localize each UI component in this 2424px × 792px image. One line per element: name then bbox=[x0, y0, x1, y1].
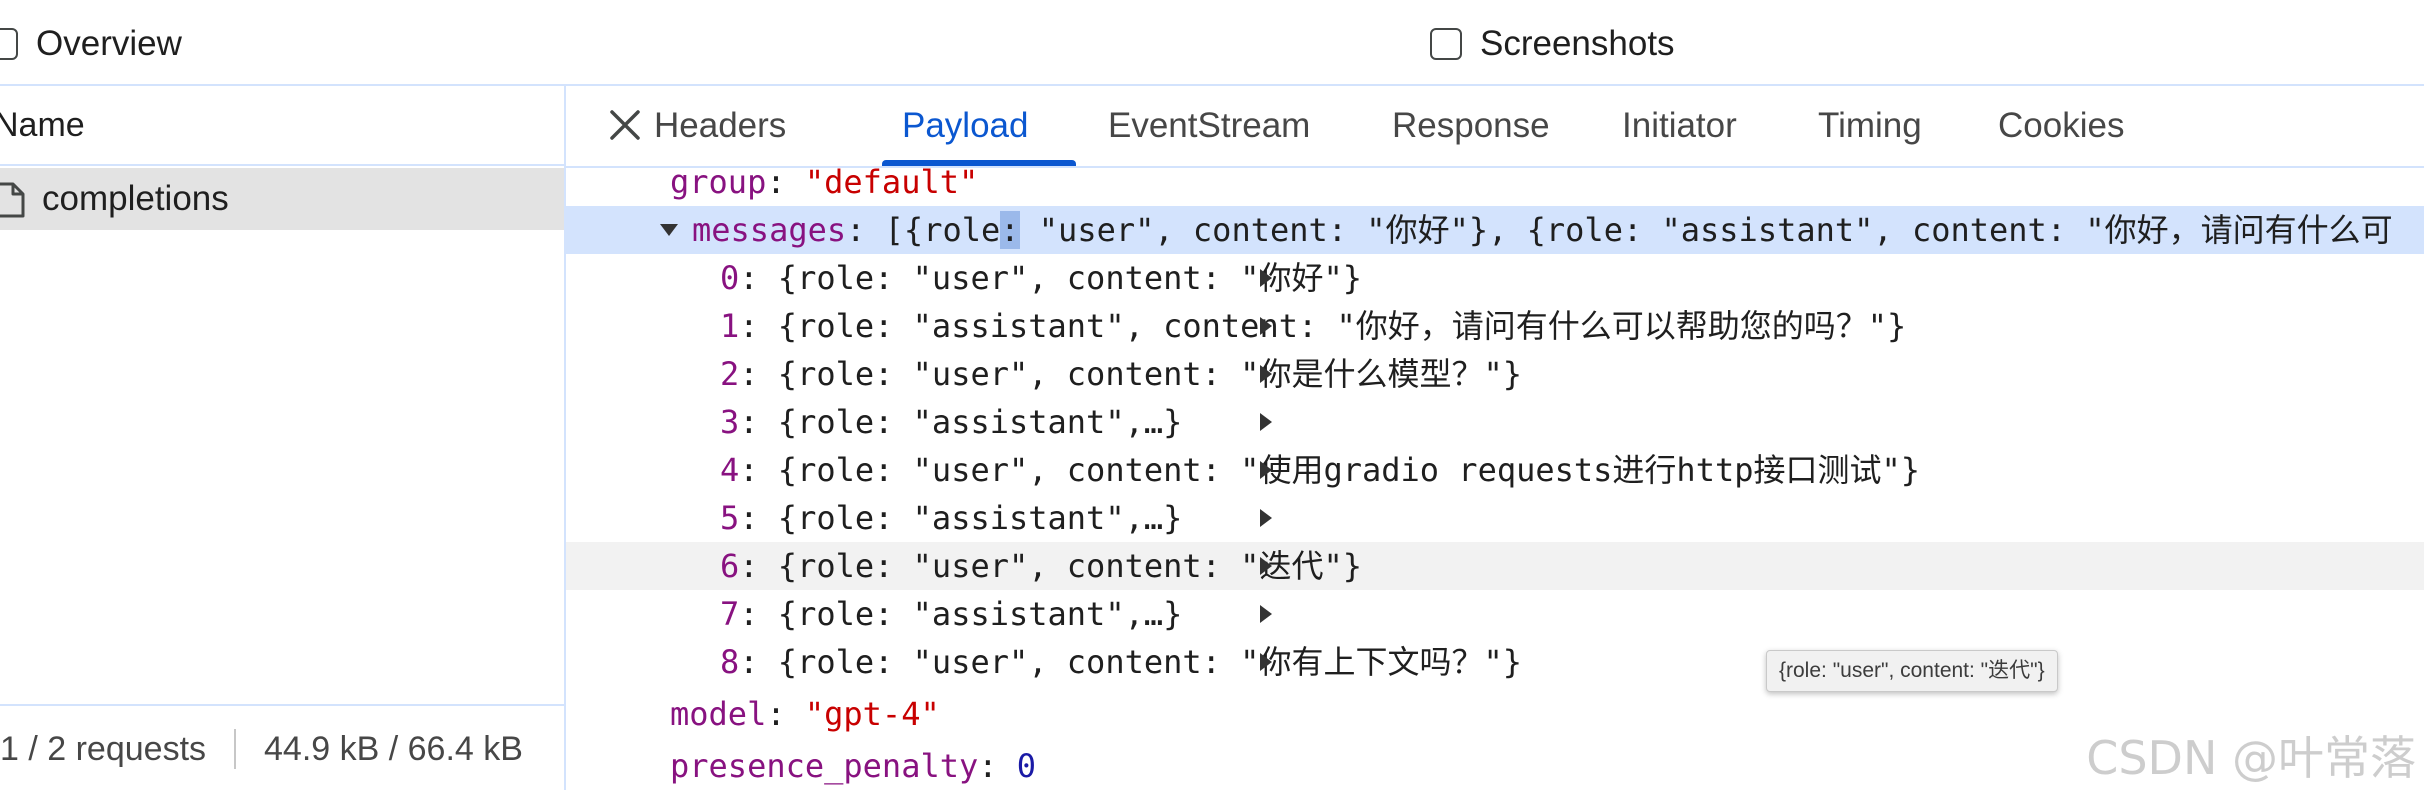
tab-response[interactable]: Response bbox=[1392, 106, 1550, 158]
screenshots-checkbox[interactable] bbox=[1430, 28, 1462, 60]
document-icon bbox=[0, 182, 25, 218]
messages-preview-rest: "user", content: "你好"}, {role: "assistan… bbox=[1019, 211, 2393, 249]
messages-key: messages bbox=[692, 211, 847, 249]
request-name: completions bbox=[42, 179, 229, 218]
status-divider bbox=[234, 729, 237, 769]
message-item-7[interactable]: 7: {role: "assistant",…} bbox=[566, 590, 2424, 638]
expand-arrow-icon[interactable] bbox=[1260, 461, 1272, 479]
message-summary: {role: "user", content: "你好"} bbox=[777, 259, 1362, 297]
close-icon[interactable] bbox=[606, 106, 644, 144]
message-index: 1 bbox=[720, 307, 740, 345]
message-summary: {role: "user", content: "你是什么模型？"} bbox=[777, 355, 1522, 393]
messages-preview-start: [{role bbox=[884, 211, 1001, 249]
name-column-header[interactable]: Name bbox=[0, 86, 564, 166]
expand-arrow-icon[interactable] bbox=[1260, 269, 1272, 287]
presence-penalty-key: presence_penalty bbox=[670, 747, 979, 785]
message-item-2[interactable]: 2: {role: "user", content: "你是什么模型？"} bbox=[566, 350, 2424, 398]
message-index: 3 bbox=[720, 403, 740, 441]
messages-preview-colon: : bbox=[1000, 211, 1020, 249]
request-row-completions[interactable]: completions bbox=[0, 168, 564, 230]
message-summary: {role: "assistant",…} bbox=[777, 403, 1183, 441]
expand-arrow-icon[interactable] bbox=[1260, 509, 1272, 527]
tab-eventstream[interactable]: EventStream bbox=[1108, 106, 1310, 158]
overview-checkbox[interactable] bbox=[0, 28, 18, 60]
payload-messages-row[interactable]: messages: [{role: "user", content: "你好"}… bbox=[566, 206, 2424, 254]
active-tab-indicator bbox=[882, 160, 1076, 166]
message-item-6[interactable]: 6: {role: "user", content: "迭代"} bbox=[566, 542, 2424, 590]
message-summary: {role: "user", content: "你有上下文吗？"} bbox=[777, 643, 1522, 681]
message-index: 6 bbox=[720, 547, 740, 585]
message-summary: {role: "assistant",…} bbox=[777, 499, 1183, 537]
message-item-4[interactable]: 4: {role: "user", content: "使用gradio req… bbox=[566, 446, 2424, 494]
expand-arrow-icon[interactable] bbox=[1260, 557, 1272, 575]
message-index: 0 bbox=[720, 259, 740, 297]
request-detail-pane: Headers Payload EventStream Response Ini… bbox=[566, 86, 2424, 790]
model-value: "gpt-4" bbox=[804, 695, 940, 733]
overview-option[interactable]: Overview bbox=[0, 22, 182, 66]
expand-arrow-icon[interactable] bbox=[1260, 605, 1272, 623]
message-index: 2 bbox=[720, 355, 740, 393]
screenshots-label: Screenshots bbox=[1480, 24, 1675, 63]
expand-arrow-icon[interactable] bbox=[1260, 317, 1272, 335]
group-key: group bbox=[670, 168, 767, 201]
expand-arrow-icon[interactable] bbox=[1260, 413, 1272, 431]
model-key: model bbox=[670, 695, 767, 733]
message-item-8[interactable]: 8: {role: "user", content: "你有上下文吗？"} bbox=[566, 638, 2424, 686]
watermark: CSDN @叶常落 bbox=[2086, 731, 2416, 785]
message-index: 4 bbox=[720, 451, 740, 489]
message-item-3[interactable]: 3: {role: "assistant",…} bbox=[566, 398, 2424, 446]
tab-initiator[interactable]: Initiator bbox=[1622, 106, 1737, 158]
message-summary: {role: "user", content: "迭代"} bbox=[777, 547, 1362, 585]
status-bar: 1 / 2 requests 44.9 kB / 66.4 kB bbox=[0, 704, 564, 792]
payload-group-row[interactable]: group: "default" bbox=[566, 168, 2424, 206]
name-column-label: Name bbox=[0, 105, 85, 144]
message-index: 7 bbox=[720, 595, 740, 633]
expand-arrow-icon[interactable] bbox=[1260, 365, 1272, 383]
message-summary: {role: "user", content: "使用gradio reques… bbox=[777, 451, 1921, 489]
options-bar: Overview Screenshots bbox=[0, 0, 2424, 86]
message-item-5[interactable]: 5: {role: "assistant",…} bbox=[566, 494, 2424, 542]
group-value: "default" bbox=[804, 168, 979, 201]
tab-timing[interactable]: Timing bbox=[1818, 106, 1922, 158]
message-item-1[interactable]: 1: {role: "assistant", content: "你好，请问有什… bbox=[566, 302, 2424, 350]
message-index: 5 bbox=[720, 499, 740, 537]
detail-tab-bar: Headers Payload EventStream Response Ini… bbox=[566, 86, 2424, 168]
message-summary: {role: "assistant",…} bbox=[777, 595, 1183, 633]
collapse-arrow-icon[interactable] bbox=[660, 224, 678, 236]
tab-headers[interactable]: Headers bbox=[654, 106, 786, 158]
transfer-size: 44.9 kB / 66.4 kB bbox=[264, 729, 523, 768]
overview-label: Overview bbox=[36, 24, 182, 63]
hover-tooltip: {role: "user", content: "迭代"} bbox=[1766, 650, 2058, 692]
expand-arrow-icon[interactable] bbox=[1260, 653, 1272, 671]
request-count: 1 / 2 requests bbox=[0, 729, 207, 768]
message-item-0[interactable]: 0: {role: "user", content: "你好"} bbox=[566, 254, 2424, 302]
request-list-pane: Name completions 1 / 2 requests 44.9 kB … bbox=[0, 86, 566, 792]
message-index: 8 bbox=[720, 643, 740, 681]
tab-payload[interactable]: Payload bbox=[902, 106, 1028, 158]
message-summary: {role: "assistant", content: "你好，请问有什么可以… bbox=[777, 307, 1907, 345]
screenshots-option[interactable]: Screenshots bbox=[1430, 22, 1675, 66]
presence-penalty-value: 0 bbox=[1016, 747, 1037, 785]
payload-tree: group: "default" messages: [{role: "user… bbox=[566, 168, 2424, 790]
tab-cookies[interactable]: Cookies bbox=[1998, 106, 2124, 158]
